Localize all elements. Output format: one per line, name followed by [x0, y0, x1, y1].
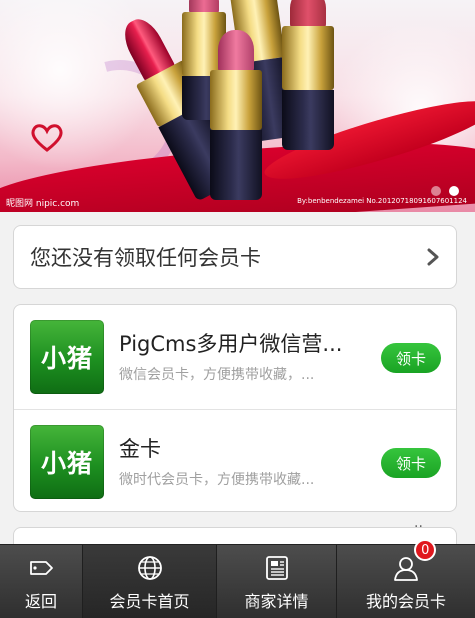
heart-icon — [31, 124, 63, 152]
card-list-item[interactable]: 小猪 PigCms多用户微信营... 微信会员卡，方便携带收藏，... 领卡 — [14, 305, 456, 409]
card-description: 微时代会员卡，方便携带收藏... — [119, 471, 315, 488]
card-description: 微信会员卡，方便携带收藏，... — [119, 367, 315, 383]
more-indicator: .. — [414, 515, 423, 531]
nav-label: 会员卡首页 — [109, 592, 190, 611]
notification-badge: 0 — [414, 539, 437, 561]
card-list-item[interactable]: 小猪 金卡 微时代会员卡，方便携带收藏... 领卡 — [14, 409, 456, 511]
carousel-indicator — [431, 186, 459, 196]
card-logo: 小猪 — [30, 320, 104, 394]
nav-label: 我的会员卡 — [365, 592, 446, 611]
nav-item-merchant-details[interactable]: 商家详情 — [217, 545, 337, 618]
nav-label: 商家详情 — [244, 592, 309, 611]
nav-item-my-cards[interactable]: 0 我的会员卡 — [337, 539, 475, 618]
card-logo: 小猪 — [30, 424, 104, 499]
bottom-navigation: 返回 会员卡首页 商家详情 0 我的会员卡 — [0, 539, 475, 618]
no-card-notice[interactable]: 您还没有领取任何会员卡 — [13, 225, 457, 289]
globe-icon — [137, 556, 162, 580]
document-icon — [265, 556, 288, 580]
nav-item-card-home[interactable]: 会员卡首页 — [83, 545, 217, 618]
member-card-list: 小猪 PigCms多用户微信营... 微信会员卡，方便携带收藏，... 领卡 小… — [13, 304, 457, 512]
card-title: PigCms多用户微信营... — [119, 332, 343, 356]
promo-banner[interactable]: 昵图网 nipic.com By:benbendezamei No.201207… — [0, 0, 475, 212]
card-info: PigCms多用户微信营... 微信会员卡，方便携带收藏，... — [119, 330, 369, 384]
notice-text: 您还没有领取任何会员卡 — [30, 246, 261, 270]
nav-label: 返回 — [24, 592, 57, 611]
carousel-dot-active[interactable] — [449, 186, 459, 196]
tag-icon — [30, 561, 53, 575]
claim-card-button[interactable]: 领卡 — [381, 343, 441, 373]
banner-watermark: 昵图网 nipic.com — [6, 199, 80, 209]
carousel-dot[interactable] — [431, 186, 441, 196]
lipstick-image — [282, 0, 334, 150]
card-info: 金卡 微时代会员卡，方便携带收藏... — [119, 435, 369, 489]
claim-card-button[interactable]: 领卡 — [381, 448, 441, 478]
banner-watermark-id: By:benbendezamei No.20120718091607601124 — [297, 197, 467, 205]
nav-item-back[interactable]: 返回 — [0, 545, 83, 618]
chevron-right-icon — [427, 248, 439, 266]
card-title: 金卡 — [119, 436, 161, 461]
lipstick-image — [210, 30, 262, 200]
